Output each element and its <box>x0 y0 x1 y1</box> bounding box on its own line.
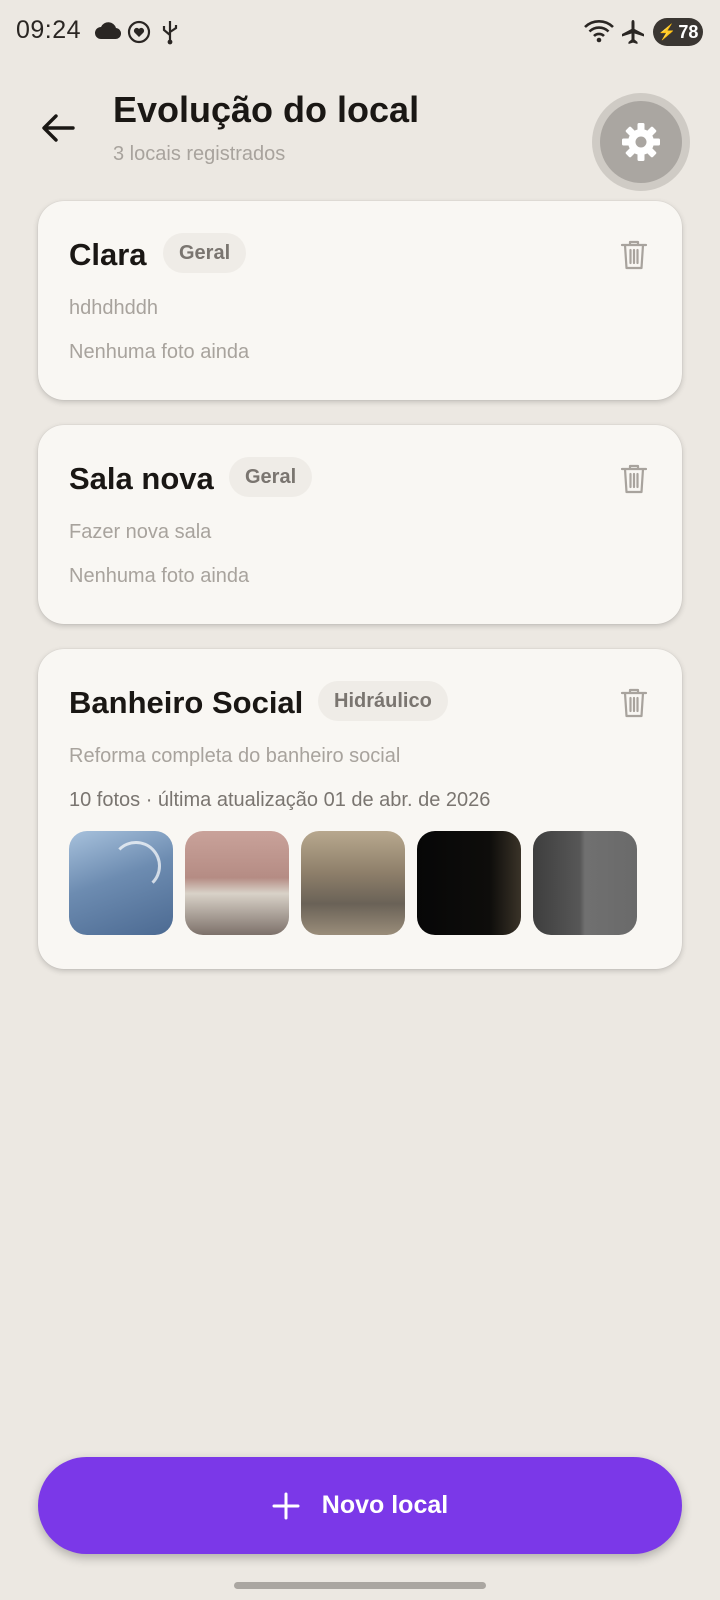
back-button[interactable] <box>34 104 82 152</box>
photo-status: 10 fotos · última atualização 01 de abr.… <box>69 789 491 811</box>
battery-indicator: ⚡ 78 <box>653 18 703 46</box>
bathtub-wall-photo[interactable] <box>301 831 405 935</box>
location-description: hdhdhddh <box>69 297 158 319</box>
location-name: Clara <box>69 237 147 272</box>
trash-icon <box>620 464 648 494</box>
home-indicator[interactable] <box>234 1582 486 1589</box>
heart-badge-icon <box>127 20 151 49</box>
location-card[interactable]: Sala nova Geral Fazer nova sala Nenhuma … <box>38 425 682 624</box>
gear-icon <box>622 123 660 161</box>
status-bar: 09:24 ⚡ 78 <box>0 0 720 64</box>
trash-icon <box>620 240 648 270</box>
airplane-icon <box>621 19 645 50</box>
location-name: Sala nova <box>69 461 214 496</box>
category-tag: Hidráulico <box>318 681 448 721</box>
bolt-icon: ⚡ <box>657 24 677 41</box>
location-description: Reforma completa do banheiro social <box>69 745 401 767</box>
page-title: Evolução do local <box>113 89 420 130</box>
photo-status: Nenhuma foto ainda <box>69 565 250 587</box>
delete-button[interactable] <box>614 459 654 499</box>
trash-icon <box>620 688 648 718</box>
gray-surface-photo[interactable] <box>533 831 637 935</box>
new-location-label: Novo local <box>321 1491 449 1519</box>
category-tag: Geral <box>163 233 247 273</box>
shower-photo[interactable] <box>69 831 173 935</box>
photo-status: Nenhuma foto ainda <box>69 341 250 363</box>
battery-level: 78 <box>678 21 699 42</box>
arrow-left-icon <box>42 114 75 142</box>
usb-icon <box>160 19 180 50</box>
photo-strip <box>69 831 637 935</box>
category-tag: Geral <box>229 457 313 497</box>
location-card[interactable]: Banheiro Social Hidráulico Reforma compl… <box>38 649 682 969</box>
plus-icon <box>272 1492 300 1520</box>
page-subtitle: 3 locais registrados <box>113 143 286 165</box>
dark-photo[interactable] <box>417 831 521 935</box>
delete-button[interactable] <box>614 235 654 275</box>
cloud-icon <box>95 22 122 45</box>
location-description: Fazer nova sala <box>69 521 212 543</box>
settings-button[interactable] <box>600 101 682 183</box>
new-location-button[interactable]: Novo local <box>38 1457 682 1554</box>
status-time: 09:24 <box>16 16 82 44</box>
wifi-icon <box>583 18 615 49</box>
bathtub-demolition-photo[interactable] <box>185 831 289 935</box>
location-card[interactable]: Clara Geral hdhdhddh Nenhuma foto ainda <box>38 201 682 400</box>
delete-button[interactable] <box>614 683 654 723</box>
location-name: Banheiro Social <box>69 685 304 720</box>
